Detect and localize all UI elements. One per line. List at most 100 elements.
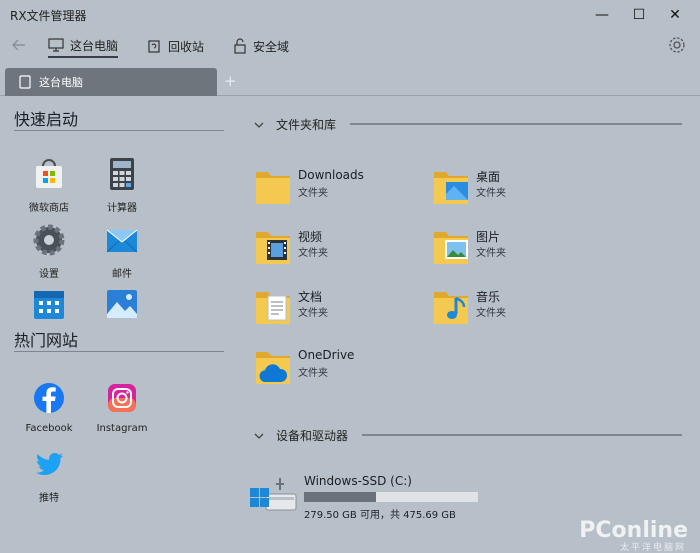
folder-name: OneDrive <box>298 348 355 362</box>
folder-type: 文件夹 <box>298 188 328 199</box>
main-content: 文件夹和库 Downloads 文件夹 桌面 文件夹 视频 文件夹 图片 文件夹… <box>232 96 700 553</box>
downloads-folder-icon <box>256 172 290 204</box>
launch-mail-label: 邮件 <box>112 269 132 280</box>
tab-strip: 这台电脑 + <box>0 66 700 96</box>
folder-onedrive[interactable]: OneDrive 文件夹 <box>254 344 424 388</box>
chevron-down-icon <box>254 122 264 128</box>
onedrive-folder-icon <box>256 352 290 384</box>
photos-icon <box>107 290 137 318</box>
twitter-icon <box>36 452 63 476</box>
folder-type: 文件夹 <box>476 308 506 319</box>
drives-section-divider <box>362 434 682 436</box>
folder-downloads[interactable]: Downloads 文件夹 <box>254 164 424 208</box>
drive-c[interactable]: Windows-SSD (C:) 279.50 GB 可用，共 475.69 G… <box>248 472 488 521</box>
quick-launch-title: 快速启动 <box>14 110 79 129</box>
calendar-icon <box>34 291 64 319</box>
site-facebook-label: Facebook <box>25 423 73 434</box>
launch-calculator[interactable]: 计算器 <box>87 156 157 214</box>
title-bar: RX文件管理器 — ☐ ✕ <box>0 0 700 30</box>
nav-recycle-bin[interactable]: 回收站 <box>146 34 204 58</box>
drives-section-header[interactable]: 设备和驱动器 <box>254 427 348 444</box>
nav-secure-area-label: 安全域 <box>253 39 290 54</box>
microsoft-store-icon <box>36 159 62 188</box>
folder-pictures[interactable]: 图片 文件夹 <box>432 224 602 268</box>
add-tab-button[interactable]: + <box>224 72 237 90</box>
folder-videos[interactable]: 视频 文件夹 <box>254 224 424 268</box>
launch-calculator-label: 计算器 <box>107 203 137 214</box>
site-instagram[interactable]: Instagram <box>87 380 157 434</box>
folder-desktop[interactable]: 桌面 文件夹 <box>432 164 602 208</box>
folder-name: Downloads <box>298 168 364 182</box>
drive-usage-bar <box>304 492 478 502</box>
site-facebook[interactable]: Facebook <box>14 380 84 434</box>
minimize-button[interactable]: — <box>587 2 617 28</box>
sidebar: 快速启动 微软商店 计算器 设置 邮件 热门网站 Facebook Instag… <box>0 96 232 553</box>
nav-secure-area[interactable]: 安全域 <box>233 34 289 58</box>
facebook-icon <box>34 383 64 413</box>
tab-label: 这台电脑 <box>39 76 83 89</box>
folder-name: 视频 <box>298 230 323 244</box>
folder-music[interactable]: 音乐 文件夹 <box>432 284 602 328</box>
window-title: RX文件管理器 <box>10 9 87 23</box>
drive-size-text: 279.50 GB 可用，共 475.69 GB <box>304 510 456 521</box>
nav-this-pc[interactable]: 这台电脑 <box>48 34 119 58</box>
folder-type: 文件夹 <box>298 248 328 259</box>
quick-launch-divider <box>14 130 224 131</box>
hot-sites-title: 热门网站 <box>14 331 79 350</box>
gear-icon <box>669 37 685 53</box>
maximize-icon: ☐ <box>632 7 646 23</box>
videos-folder-icon <box>256 232 290 264</box>
navigation-bar: 这台电脑 回收站 安全域 <box>0 30 700 62</box>
maximize-button[interactable]: ☐ <box>624 2 654 28</box>
minimize-icon: — <box>595 7 609 23</box>
calculator-icon <box>110 158 134 190</box>
site-twitter[interactable]: 推特 <box>14 446 84 504</box>
folders-section-title: 文件夹和库 <box>276 118 337 132</box>
documents-folder-icon <box>256 292 290 324</box>
close-button[interactable]: ✕ <box>660 2 690 28</box>
launch-calendar[interactable] <box>14 286 84 329</box>
tab-pc-icon <box>19 75 31 89</box>
close-icon: ✕ <box>669 7 681 23</box>
folders-section-divider <box>350 123 682 125</box>
folder-type: 文件夹 <box>476 188 506 199</box>
desktop-folder-icon <box>434 172 468 204</box>
this-pc-icon <box>48 38 64 52</box>
launch-microsoft-store[interactable]: 微软商店 <box>14 156 84 214</box>
launch-settings-label: 设置 <box>39 269 59 280</box>
settings-button[interactable] <box>668 36 688 56</box>
launch-settings[interactable]: 设置 <box>14 222 84 280</box>
secure-area-icon <box>234 38 246 54</box>
launch-mail[interactable]: 邮件 <box>87 222 157 280</box>
nav-recycle-bin-label: 回收站 <box>168 39 205 54</box>
watermark-subtitle: 太平洋电脑网 <box>619 543 686 553</box>
instagram-icon <box>108 384 136 412</box>
folders-section-header[interactable]: 文件夹和库 <box>254 116 336 133</box>
recycle-bin-icon <box>148 40 160 53</box>
launch-photos[interactable] <box>87 286 157 329</box>
folder-name: 桌面 <box>476 170 501 184</box>
site-instagram-label: Instagram <box>96 423 148 434</box>
back-button[interactable] <box>8 34 30 56</box>
nav-this-pc-label: 这台电脑 <box>70 38 119 53</box>
folder-type: 文件夹 <box>298 308 328 319</box>
folder-type: 文件夹 <box>476 248 506 259</box>
hot-sites-divider <box>14 351 224 352</box>
folder-documents[interactable]: 文档 文件夹 <box>254 284 424 328</box>
music-folder-icon <box>434 292 468 324</box>
tab-this-pc[interactable]: 这台电脑 <box>5 68 217 96</box>
folder-name: 图片 <box>476 230 501 244</box>
site-twitter-label: 推特 <box>39 493 59 504</box>
drive-usage-fill <box>304 492 376 502</box>
folder-name: 文档 <box>298 290 323 304</box>
folder-type: 文件夹 <box>298 368 328 379</box>
folder-name: 音乐 <box>476 290 501 304</box>
back-arrow-icon <box>12 39 25 51</box>
drives-section-title: 设备和驱动器 <box>276 429 349 443</box>
mail-icon <box>106 229 138 253</box>
settings-gear-icon <box>33 224 65 256</box>
pictures-folder-icon <box>434 232 468 264</box>
chevron-down-icon <box>254 433 264 439</box>
launch-microsoft-store-label: 微软商店 <box>29 203 69 214</box>
windows-drive-icon <box>250 478 297 511</box>
